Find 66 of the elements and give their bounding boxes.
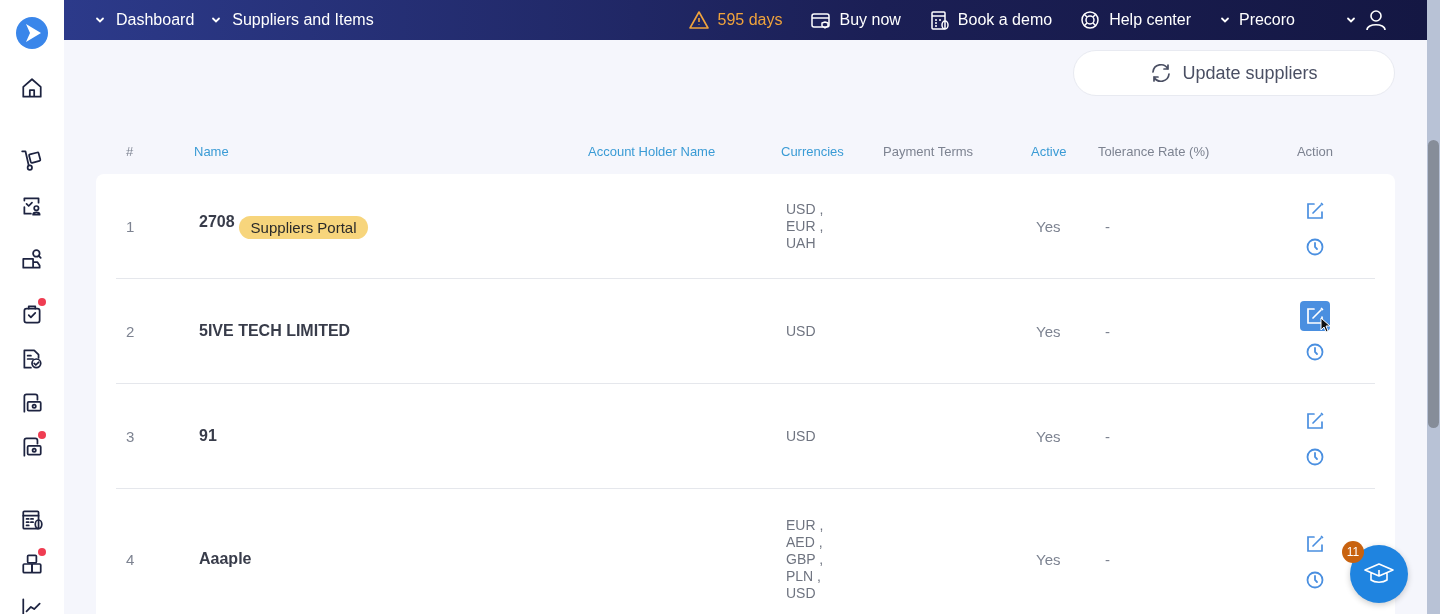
document-cash-icon[interactable] — [20, 391, 44, 415]
currency-code: PLN , — [786, 567, 822, 585]
chart-line-icon[interactable] — [20, 596, 44, 614]
calculator-icon[interactable] — [20, 508, 44, 532]
currency-code: EUR , — [786, 217, 825, 235]
supplier-name[interactable]: 91 — [199, 427, 217, 445]
currency-code: USD , — [786, 200, 825, 218]
tolerance-rate: - — [1104, 217, 1111, 235]
warning-icon — [687, 10, 710, 30]
active-status: Yes — [1035, 217, 1062, 235]
company-switcher[interactable]: Precoro — [1238, 11, 1295, 29]
currency-code: UAH — [786, 234, 817, 252]
tolerance-rate: - — [1104, 550, 1111, 568]
row-number: 1 — [125, 217, 136, 235]
history-icon[interactable] — [1306, 343, 1324, 361]
active-status: Yes — [1035, 427, 1062, 445]
currency-code: USD — [786, 322, 817, 340]
topbar-link[interactable]: Book a demo — [957, 11, 1053, 29]
document-cash-icon[interactable] — [20, 435, 44, 459]
truck-search-icon[interactable] — [20, 248, 44, 272]
scrollbar[interactable] — [1427, 0, 1440, 614]
currency-code: USD — [786, 427, 817, 445]
history-icon[interactable] — [1306, 238, 1324, 256]
history-icon[interactable] — [1306, 448, 1324, 466]
update-suppliers-button[interactable]: Update suppliers — [1073, 50, 1395, 96]
column-header: Tolerance Rate (%) — [1098, 143, 1211, 159]
lifebuoy-icon[interactable] — [1080, 9, 1102, 31]
clipboard-check-icon[interactable] — [20, 302, 44, 326]
currency-code: EUR , — [786, 516, 825, 534]
user-icon[interactable] — [1365, 9, 1387, 31]
history-icon[interactable] — [1306, 571, 1324, 589]
calculator-icon[interactable] — [928, 9, 950, 31]
tolerance-rate: - — [1104, 427, 1111, 445]
home-icon[interactable] — [20, 76, 44, 100]
column-header: # — [125, 143, 135, 159]
currency-code: USD — [786, 584, 817, 602]
edit-icon — [1306, 535, 1324, 553]
supplier-name[interactable]: Aaaple — [199, 550, 252, 568]
logo-icon[interactable] — [15, 16, 49, 50]
active-status: Yes — [1035, 322, 1062, 340]
trial-days: 595 days — [717, 11, 783, 29]
row-number: 2 — [125, 322, 136, 340]
edit-button[interactable] — [1300, 301, 1330, 331]
tolerance-rate: - — [1104, 322, 1111, 340]
column-header: Action — [1296, 143, 1334, 159]
edit-icon — [1306, 202, 1324, 220]
topbar-link[interactable]: Help center — [1109, 11, 1191, 29]
currency-code: AED , — [786, 533, 824, 551]
row-number: 4 — [125, 550, 136, 568]
boxes-icon[interactable] — [20, 552, 44, 576]
hand-truck-icon[interactable] — [20, 148, 44, 172]
supplier-name[interactable]: 5IVE TECH LIMITED — [199, 322, 351, 340]
mouse-cursor-icon — [1320, 317, 1331, 333]
breadcrumb-link[interactable]: Suppliers and Items — [232, 11, 374, 29]
edit-icon — [1306, 307, 1324, 325]
topbar-link[interactable]: Buy now — [839, 11, 901, 29]
column-header: Payment Terms — [883, 143, 975, 159]
document-check-icon[interactable] — [20, 347, 44, 371]
supplier-name[interactable]: 2708 — [199, 213, 235, 231]
portal-tag: Suppliers Portal — [238, 216, 369, 239]
active-status: Yes — [1035, 550, 1062, 568]
row-number: 3 — [125, 427, 136, 445]
breadcrumb-link[interactable]: Dashboard — [116, 11, 195, 29]
currency-code: GBP , — [786, 550, 825, 568]
refresh-icon — [1150, 62, 1173, 84]
edit-icon — [1306, 412, 1324, 430]
